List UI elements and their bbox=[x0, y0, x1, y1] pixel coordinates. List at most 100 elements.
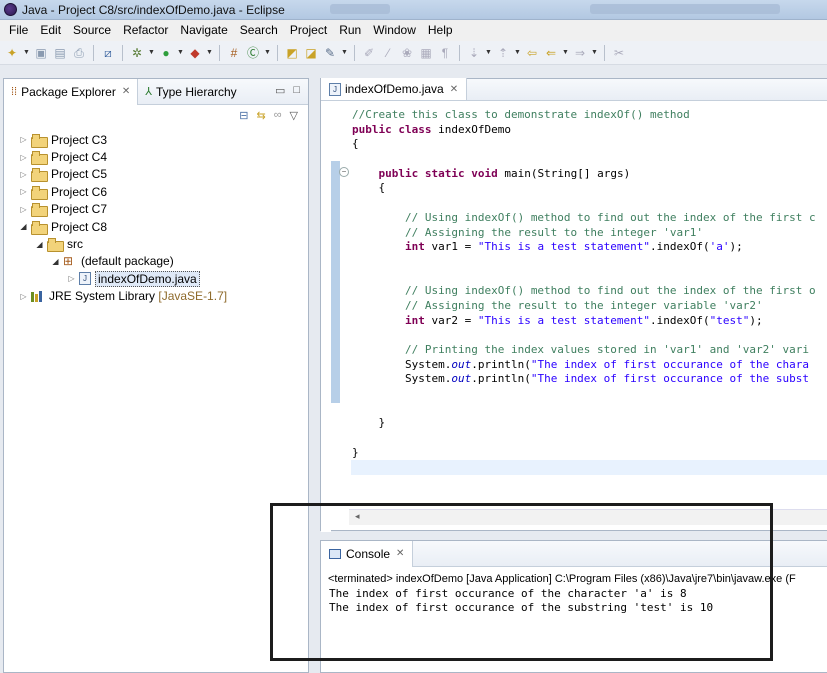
expand-icon[interactable]: ▷ bbox=[18, 205, 29, 214]
tree-item-project[interactable]: ▷ Project C6 bbox=[4, 183, 308, 200]
expand-icon[interactable]: ▷ bbox=[18, 187, 29, 196]
dropdown-arrow-icon[interactable]: ▼ bbox=[177, 49, 184, 56]
tree-item-jre[interactable]: ▷ JRE System Library [JavaSE-1.7] bbox=[4, 288, 308, 305]
menu-window[interactable]: Window bbox=[367, 20, 422, 41]
tree-item-label: Project C7 bbox=[51, 202, 108, 217]
tree-item-label: Project C3 bbox=[51, 132, 108, 147]
menu-navigate[interactable]: Navigate bbox=[174, 20, 233, 41]
menu-file[interactable]: File bbox=[3, 20, 34, 41]
menu-edit[interactable]: Edit bbox=[34, 20, 67, 41]
dropdown-arrow-icon[interactable]: ▼ bbox=[206, 49, 213, 56]
toolbar-separator bbox=[219, 44, 220, 61]
tree-item-label: Project C6 bbox=[51, 184, 108, 199]
code-line: int var1 = "This is a test statement".in… bbox=[404, 240, 743, 254]
external-tools-icon[interactable]: ◆ bbox=[187, 45, 203, 61]
collapse-icon[interactable]: ◢ bbox=[18, 222, 29, 231]
collapse-icon[interactable]: ◢ bbox=[34, 240, 45, 249]
menu-help[interactable]: Help bbox=[422, 20, 459, 41]
search-icon[interactable]: ✎ bbox=[322, 45, 338, 61]
menu-bar: File Edit Source Refactor Navigate Searc… bbox=[0, 20, 827, 41]
print-icon[interactable]: ⎙ bbox=[71, 45, 87, 61]
focus-icon[interactable]: ∞ bbox=[274, 109, 282, 121]
new-class-icon[interactable]: Ⓒ bbox=[245, 45, 261, 61]
tab-indexofdemo[interactable]: J indexOfDemo.java ✕ bbox=[321, 78, 468, 100]
tree-item-project[interactable]: ▷ Project C7 bbox=[4, 201, 308, 218]
dropdown-arrow-icon[interactable]: ▼ bbox=[514, 49, 521, 56]
fold-collapse-icon[interactable]: − bbox=[339, 167, 349, 177]
dropdown-arrow-icon[interactable]: ▼ bbox=[485, 49, 492, 56]
new-package-icon[interactable]: # bbox=[226, 45, 242, 61]
left-panel-tabs: ⁞⁞ Package Explorer ✕ ⅄ Type Hierarchy ▭… bbox=[4, 78, 308, 105]
open-folder-icon[interactable]: ◪ bbox=[303, 45, 319, 61]
open-type-icon[interactable]: ◩ bbox=[284, 45, 300, 61]
forward-icon[interactable]: ⇒ bbox=[572, 45, 588, 61]
toggle-mark-icon[interactable]: ⁄ bbox=[380, 45, 396, 61]
pin-editor-icon[interactable]: ✂ bbox=[611, 45, 627, 61]
expand-icon[interactable]: ▷ bbox=[18, 170, 29, 179]
highlight-box bbox=[270, 503, 773, 661]
expand-icon[interactable]: ▷ bbox=[18, 153, 29, 162]
dropdown-arrow-icon[interactable]: ▼ bbox=[562, 49, 569, 56]
prev-annotation-icon[interactable]: ⇡ bbox=[495, 45, 511, 61]
expand-icon[interactable]: ▷ bbox=[18, 135, 29, 144]
jre-version: [JavaSE-1.7] bbox=[158, 289, 228, 304]
toolbar-separator bbox=[604, 44, 605, 61]
library-icon bbox=[31, 290, 45, 303]
collapse-icon[interactable]: ◢ bbox=[50, 257, 61, 266]
next-annotation-icon[interactable]: ⇣ bbox=[466, 45, 482, 61]
toolbar-separator bbox=[93, 44, 94, 61]
expand-icon[interactable]: ▷ bbox=[66, 274, 77, 283]
menu-source[interactable]: Source bbox=[67, 20, 117, 41]
annotation-icon[interactable]: ✐ bbox=[361, 45, 377, 61]
package-explorer-panel: ⁞⁞ Package Explorer ✕ ⅄ Type Hierarchy ▭… bbox=[3, 78, 309, 673]
close-icon[interactable]: ✕ bbox=[122, 86, 130, 97]
collapse-all-icon[interactable]: ⊟ bbox=[239, 109, 248, 122]
tree-item-project[interactable]: ◢ Project C8 bbox=[4, 218, 308, 235]
tree-item-project[interactable]: ▷ Project C4 bbox=[4, 148, 308, 166]
editor-tabs: J indexOfDemo.java ✕ bbox=[321, 78, 827, 101]
close-icon[interactable]: ✕ bbox=[450, 84, 458, 95]
dropdown-arrow-icon[interactable]: ▼ bbox=[23, 49, 30, 56]
skip-breakpoints-icon[interactable]: ⧄ bbox=[100, 45, 116, 61]
tab-type-hierarchy[interactable]: ⅄ Type Hierarchy bbox=[138, 79, 243, 105]
tree-item-project[interactable]: ▷ Project C5 bbox=[4, 166, 308, 183]
minimize-icon[interactable]: ▭ bbox=[275, 84, 285, 97]
last-edit-icon[interactable]: ⇦ bbox=[524, 45, 540, 61]
dropdown-arrow-icon[interactable]: ▼ bbox=[264, 49, 271, 56]
tab-package-explorer[interactable]: ⁞⁞ Package Explorer ✕ bbox=[4, 78, 139, 105]
save-all-icon[interactable]: ▤ bbox=[52, 45, 68, 61]
dropdown-arrow-icon[interactable]: ▼ bbox=[148, 49, 155, 56]
back-icon[interactable]: ⇐ bbox=[543, 45, 559, 61]
show-whitespace-icon[interactable]: ▦ bbox=[418, 45, 434, 61]
tree-item-file[interactable]: ▷ JindexOfDemo.java bbox=[4, 270, 308, 287]
menu-refactor[interactable]: Refactor bbox=[117, 20, 174, 41]
tree-item-project[interactable]: ▷ Project C3 bbox=[4, 131, 308, 148]
debug-icon[interactable]: ✲ bbox=[129, 45, 145, 61]
package-icon: ⊞ bbox=[63, 254, 74, 269]
task-icon[interactable]: ❀ bbox=[399, 45, 415, 61]
link-with-editor-icon[interactable]: ⇆ bbox=[256, 109, 265, 122]
tree-item-src[interactable]: ◢ src bbox=[4, 235, 308, 253]
tree-item-label: Project C4 bbox=[51, 150, 108, 165]
save-icon[interactable]: ▣ bbox=[33, 45, 49, 61]
tree-item-default-package[interactable]: ◢ ⊞ (default package) bbox=[4, 253, 308, 270]
menu-project[interactable]: Project bbox=[284, 20, 333, 41]
menu-search[interactable]: Search bbox=[234, 20, 284, 41]
dropdown-arrow-icon[interactable]: ▼ bbox=[591, 49, 598, 56]
scope-ruler bbox=[331, 161, 340, 403]
code-editor: J indexOfDemo.java ✕ − //Create this cla… bbox=[320, 78, 827, 532]
code-line: System.out.println("The index of first o… bbox=[352, 357, 809, 371]
eclipse-icon bbox=[4, 3, 17, 16]
run-icon[interactable]: ● bbox=[158, 45, 174, 61]
menu-run[interactable]: Run bbox=[333, 20, 367, 41]
maximize-icon[interactable]: □ bbox=[293, 84, 300, 97]
expand-icon[interactable]: ▷ bbox=[18, 292, 29, 301]
dropdown-arrow-icon[interactable]: ▼ bbox=[341, 49, 348, 56]
new-icon[interactable]: ✦ bbox=[4, 45, 20, 61]
code-text[interactable]: //Create this class to demonstrate index… bbox=[352, 108, 816, 461]
block-selection-icon[interactable]: ¶ bbox=[437, 45, 453, 61]
view-menu-icon[interactable]: ▽ bbox=[290, 109, 298, 122]
